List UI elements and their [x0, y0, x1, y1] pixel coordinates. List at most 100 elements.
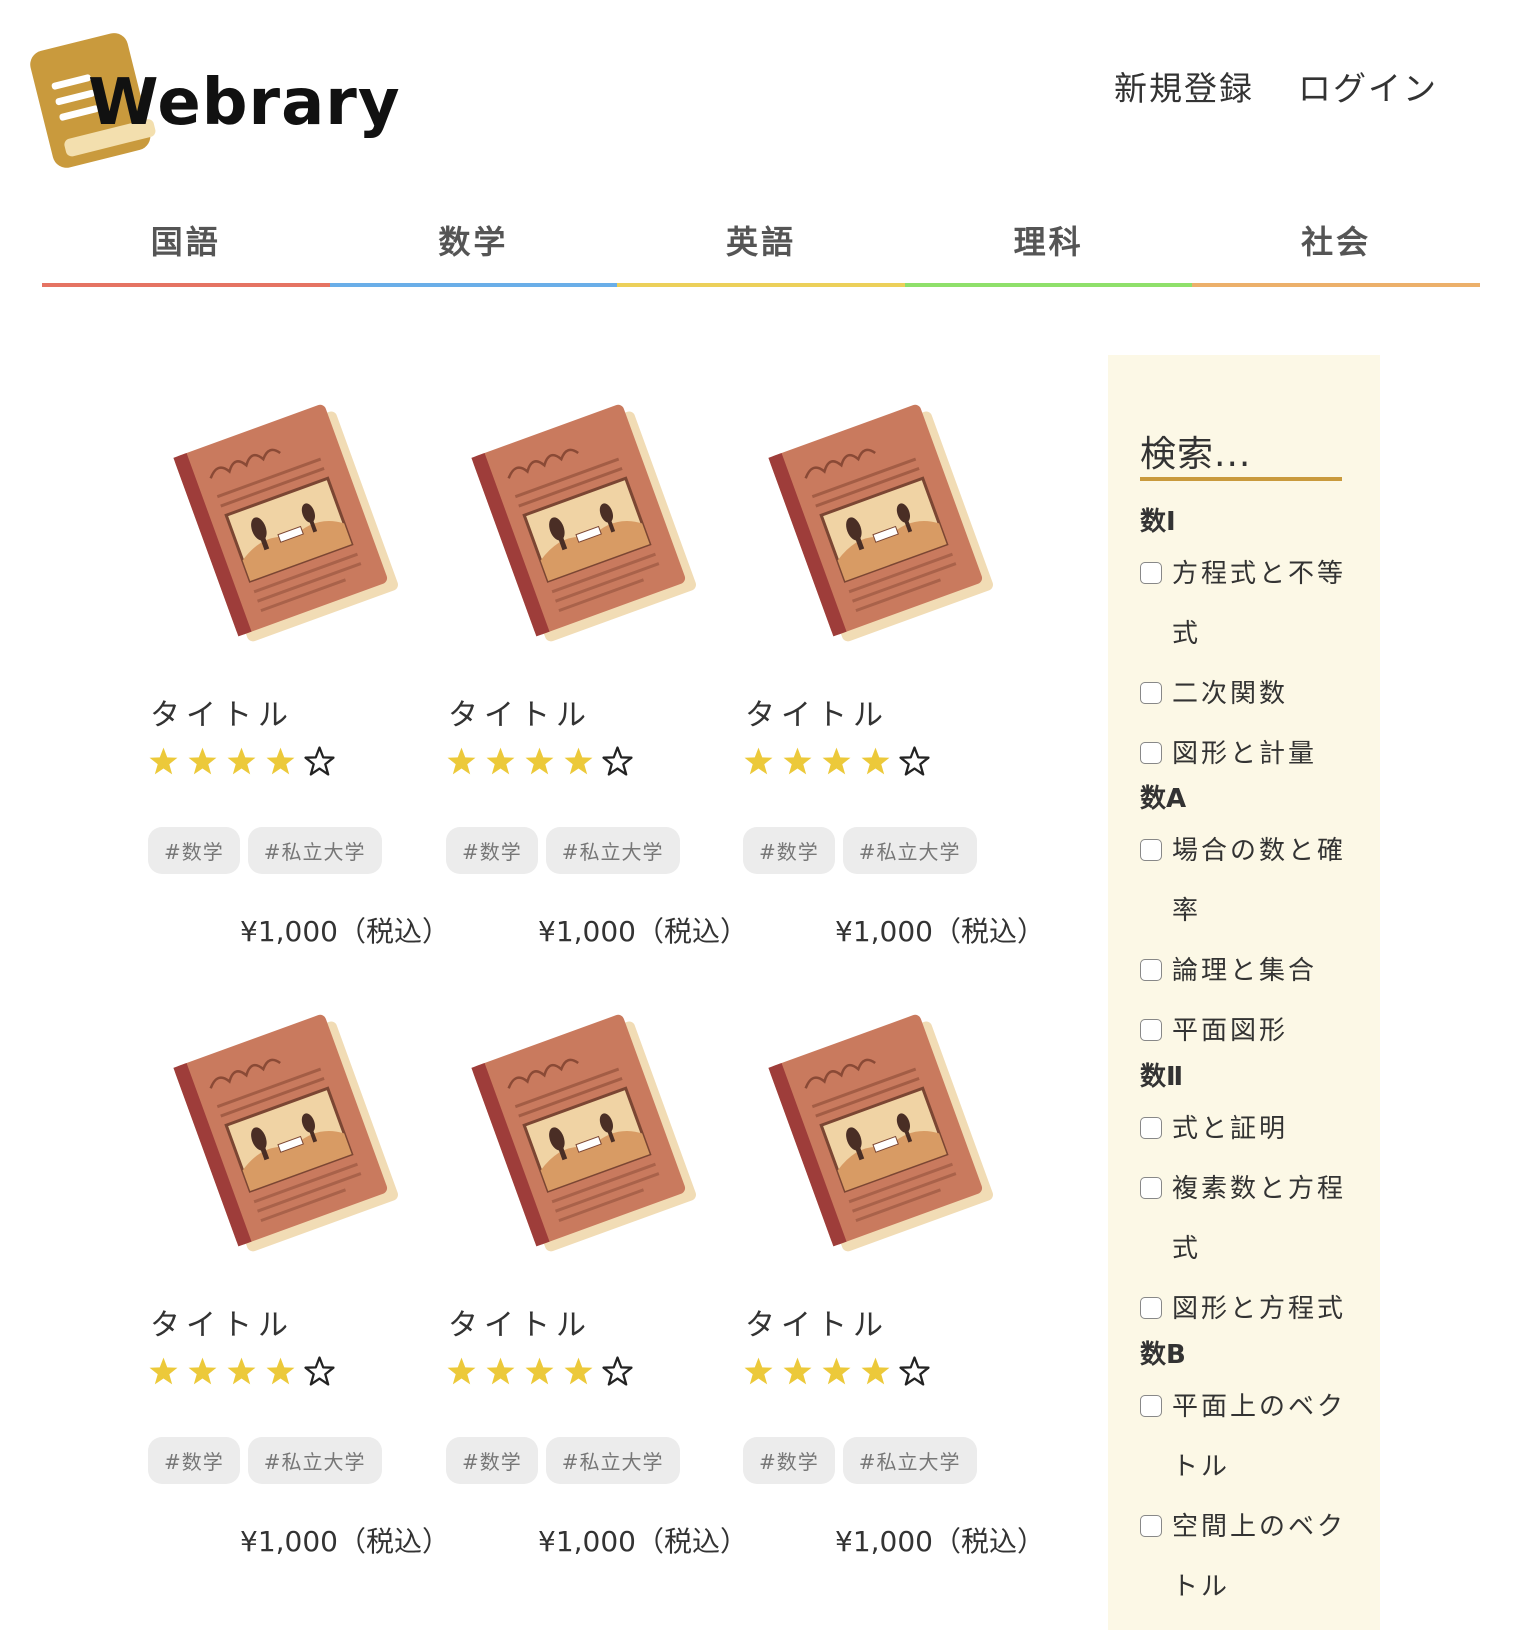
nav-tab[interactable]: 社会	[1192, 205, 1480, 287]
star-filled-icon	[524, 746, 555, 780]
book-image[interactable]	[765, 1000, 1015, 1260]
star-rating	[148, 746, 335, 780]
filter-option-label: 論理と集合	[1172, 956, 1318, 986]
filter-checkbox[interactable]	[1140, 1019, 1162, 1041]
filter-option[interactable]: 空間上のベクトル	[1140, 1497, 1350, 1617]
book-image[interactable]	[765, 390, 1015, 650]
login-link[interactable]: ログイン	[1298, 62, 1438, 110]
star-filled-icon	[860, 746, 891, 780]
filter-option[interactable]: 二次関数	[1140, 664, 1350, 724]
tag-chip[interactable]: #私立大学	[545, 827, 680, 874]
book-price: ¥1,000（税込）	[538, 915, 748, 948]
star-outline-icon	[304, 1356, 335, 1390]
filter-option-label: 図形と方程式	[1172, 1294, 1347, 1324]
book-cover-icon	[768, 1014, 993, 1252]
nav-tab[interactable]: 国語	[42, 205, 330, 287]
filter-checkbox[interactable]	[1140, 562, 1162, 584]
site-logo[interactable]: Webrary	[30, 26, 400, 176]
star-rating	[743, 1356, 930, 1390]
filter-checkbox[interactable]	[1140, 1297, 1162, 1319]
star-outline-icon	[899, 1356, 930, 1390]
signup-link[interactable]: 新規登録	[1114, 62, 1254, 110]
star-filled-icon	[226, 746, 257, 780]
tag-list: #数学 #私立大学	[148, 827, 382, 874]
filter-option-label: 場合の数と確率	[1172, 836, 1347, 926]
star-rating	[446, 746, 633, 780]
filter-checkbox[interactable]	[1140, 742, 1162, 764]
book-title[interactable]: タイトル	[150, 1300, 294, 1344]
tag-chip[interactable]: #数学	[743, 1437, 835, 1484]
book-cover-icon	[471, 404, 696, 642]
filter-checkbox[interactable]	[1140, 839, 1162, 861]
filter-checkbox[interactable]	[1140, 1395, 1162, 1417]
search-input[interactable]: 検索...	[1140, 425, 1342, 481]
filter-option-label: 平面上のベクトル	[1172, 1392, 1347, 1482]
tag-chip[interactable]: #数学	[148, 1437, 240, 1484]
book-image[interactable]	[468, 390, 718, 650]
star-outline-icon	[602, 746, 633, 780]
filter-option-label: 方程式と不等式	[1172, 559, 1347, 649]
filter-option[interactable]: 式と証明	[1140, 1099, 1350, 1159]
star-filled-icon	[524, 1356, 555, 1390]
book-image[interactable]	[468, 1000, 718, 1260]
book-cover-icon	[173, 1014, 398, 1252]
star-filled-icon	[265, 746, 296, 780]
filter-checkbox[interactable]	[1140, 682, 1162, 704]
book-image[interactable]	[170, 390, 420, 650]
tag-chip[interactable]: #私立大学	[842, 1437, 977, 1484]
tag-chip[interactable]: #私立大学	[842, 827, 977, 874]
star-filled-icon	[446, 746, 477, 780]
star-rating	[446, 1356, 633, 1390]
star-filled-icon	[743, 746, 774, 780]
book-title[interactable]: タイトル	[448, 690, 592, 734]
star-rating	[148, 1356, 335, 1390]
nav-tab[interactable]: 理科	[904, 205, 1193, 287]
book-price: ¥1,000（税込）	[835, 915, 1045, 948]
nav-tab[interactable]: 数学	[329, 205, 618, 287]
filter-option[interactable]: 複素数と方程式	[1140, 1159, 1350, 1279]
star-rating	[743, 746, 930, 780]
star-filled-icon	[226, 1356, 257, 1390]
book-card[interactable]: タイトル #数学 #私立大学 ¥1,000（税込）	[735, 990, 1045, 1558]
book-title[interactable]: タイトル	[745, 690, 889, 734]
filter-option[interactable]: 場合の数と確率	[1140, 821, 1350, 941]
star-filled-icon	[860, 1356, 891, 1390]
book-card[interactable]: タイトル #数学 #私立大学 ¥1,000（税込）	[735, 380, 1045, 948]
star-filled-icon	[187, 1356, 218, 1390]
book-card[interactable]: タイトル #数学 #私立大学 ¥1,000（税込）	[140, 990, 450, 1558]
tag-chip[interactable]: #私立大学	[247, 827, 382, 874]
filter-checkbox[interactable]	[1140, 1117, 1162, 1139]
star-filled-icon	[485, 1356, 516, 1390]
tag-chip[interactable]: #数学	[148, 827, 240, 874]
nav-tab[interactable]: 英語	[617, 205, 905, 287]
filter-option[interactable]: 図形と方程式	[1140, 1279, 1350, 1339]
book-card[interactable]: タイトル #数学 #私立大学 ¥1,000（税込）	[140, 380, 450, 948]
filter-option[interactable]: 平面図形	[1140, 1001, 1350, 1061]
star-filled-icon	[148, 1356, 179, 1390]
filter-option-label: 平面図形	[1172, 1016, 1289, 1046]
tag-chip[interactable]: #数学	[446, 1437, 538, 1484]
tag-chip[interactable]: #数学	[743, 827, 835, 874]
book-title[interactable]: タイトル	[745, 1300, 889, 1344]
tag-chip[interactable]: #私立大学	[247, 1437, 382, 1484]
book-title[interactable]: タイトル	[448, 1300, 592, 1344]
book-title[interactable]: タイトル	[150, 690, 294, 734]
tag-chip[interactable]: #私立大学	[545, 1437, 680, 1484]
filter-checkbox[interactable]	[1140, 1515, 1162, 1537]
book-card[interactable]: タイトル #数学 #私立大学 ¥1,000（税込）	[438, 380, 748, 948]
tag-chip[interactable]: #数学	[446, 827, 538, 874]
filter-option[interactable]: 論理と集合	[1140, 941, 1350, 1001]
star-filled-icon	[563, 1356, 594, 1390]
filter-option[interactable]: 平面上のベクトル	[1140, 1377, 1350, 1497]
filter-option[interactable]: 図形と計量	[1140, 724, 1350, 784]
filter-group-title: 数Ⅱ	[1140, 1062, 1184, 1092]
filter-checkbox[interactable]	[1140, 959, 1162, 981]
book-card[interactable]: タイトル #数学 #私立大学 ¥1,000（税込）	[438, 990, 748, 1558]
book-image[interactable]	[170, 1000, 420, 1260]
book-price: ¥1,000（税込）	[240, 1525, 450, 1558]
star-filled-icon	[446, 1356, 477, 1390]
filter-option[interactable]: 方程式と不等式	[1140, 544, 1350, 664]
star-outline-icon	[899, 746, 930, 780]
book-cover-icon	[173, 404, 398, 642]
filter-checkbox[interactable]	[1140, 1177, 1162, 1199]
